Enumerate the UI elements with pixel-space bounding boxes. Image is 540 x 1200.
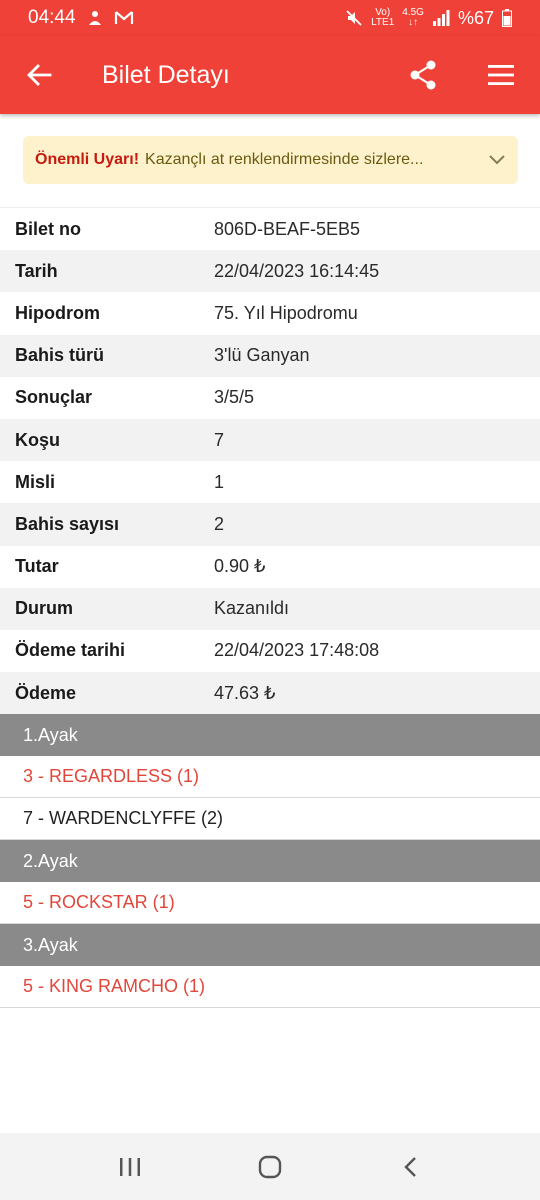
recent-apps-button[interactable] bbox=[100, 1142, 160, 1192]
battery-icon bbox=[502, 9, 512, 27]
detail-label: Ödeme bbox=[15, 682, 77, 703]
detail-row-amount: Tutar 0.90 ₺ bbox=[0, 546, 540, 588]
detail-label: Sonuçlar bbox=[15, 387, 93, 408]
leg-header-2: 2.Ayak bbox=[0, 840, 540, 882]
clock: 04:44 bbox=[28, 7, 76, 28]
detail-label: Hipodrom bbox=[15, 302, 100, 323]
detail-value: 22/04/2023 17:48:08 bbox=[214, 640, 380, 661]
detail-value: 47.63 ₺ bbox=[214, 682, 276, 703]
detail-row-status: Durum Kazanıldı bbox=[0, 587, 540, 630]
detail-value: 3'lü Ganyan bbox=[214, 345, 310, 366]
detail-value: 7 bbox=[214, 429, 225, 450]
detail-row-multiplier: Misli 1 bbox=[0, 461, 540, 503]
detail-label: Ödeme tarihi bbox=[15, 640, 126, 661]
warning-title: Önemli Uyarı! bbox=[35, 151, 140, 168]
detail-value: 1 bbox=[214, 471, 225, 492]
leg-header-1: 1.Ayak bbox=[0, 714, 540, 756]
horse-item: 7 - WARDENCLYFFE (2) bbox=[0, 798, 540, 840]
legs-list: 1.Ayak 3 - REGARDLESS (1) 7 - WARDENCLYF… bbox=[0, 714, 540, 1008]
share-icon bbox=[410, 60, 436, 90]
detail-label: Tarih bbox=[15, 260, 58, 281]
menu-icon bbox=[488, 65, 514, 85]
horse-item: 3 - REGARDLESS (1) bbox=[0, 756, 540, 798]
horse-item: 5 - KING RAMCHO (1) bbox=[0, 966, 540, 1008]
recent-apps-icon bbox=[120, 1157, 140, 1176]
detail-label: Tutar bbox=[15, 556, 59, 577]
detail-row-race: Koşu 7 bbox=[0, 418, 540, 462]
leg-header-3: 3.Ayak bbox=[0, 924, 540, 966]
status-bar: 04:44 Vo) LTE1 4.5G ↓↑ %67 bbox=[0, 0, 540, 36]
share-button[interactable] bbox=[384, 36, 462, 114]
back-nav-button[interactable] bbox=[380, 1142, 440, 1192]
notification-app-icon bbox=[88, 11, 101, 25]
detail-row-date: Tarih 22/04/2023 16:14:45 bbox=[0, 250, 540, 293]
detail-value: 0.90 ₺ bbox=[214, 556, 266, 577]
detail-value: 806D-BEAF-5EB5 bbox=[214, 218, 361, 239]
back-button[interactable] bbox=[0, 36, 78, 114]
warning-message: Kazançlı at renklendirmesinde sizlere... bbox=[145, 151, 424, 168]
detail-row-bet-count: Bahis sayısı 2 bbox=[0, 503, 540, 546]
detail-row-bet-type: Bahis türü 3'lü Ganyan bbox=[0, 334, 540, 377]
data-indicator: 4.5G ↓↑ bbox=[402, 7, 424, 28]
app-bar: Bilet Detayı bbox=[0, 36, 540, 114]
detail-row-ticket-no: Bilet no 806D-BEAF-5EB5 bbox=[0, 208, 540, 250]
home-button[interactable] bbox=[240, 1142, 300, 1192]
mute-icon bbox=[346, 10, 362, 26]
system-nav-bar bbox=[0, 1133, 540, 1200]
signal-icon bbox=[432, 10, 450, 26]
gmail-icon bbox=[114, 11, 133, 24]
volte-indicator: Vo) LTE1 bbox=[371, 7, 395, 28]
detail-value: 2 bbox=[214, 513, 225, 534]
page-title: Bilet Detayı bbox=[102, 60, 230, 89]
detail-value: 75. Yıl Hipodromu bbox=[214, 302, 358, 323]
detail-row-results: Sonuçlar 3/5/5 bbox=[0, 377, 540, 419]
chevron-down-icon bbox=[489, 155, 505, 165]
detail-row-payment: Ödeme 47.63 ₺ bbox=[0, 672, 540, 715]
home-icon bbox=[258, 1155, 282, 1178]
detail-value: 3/5/5 bbox=[214, 387, 255, 408]
detail-label: Bahis türü bbox=[15, 345, 105, 366]
warning-banner[interactable]: Önemli Uyarı! Kazançlı at renklendirmesi… bbox=[23, 136, 518, 184]
detail-label: Misli bbox=[15, 471, 56, 492]
detail-row-payment-date: Ödeme tarihi 22/04/2023 17:48:08 bbox=[0, 630, 540, 672]
detail-label: Bilet no bbox=[15, 218, 81, 239]
expand-warning-button[interactable] bbox=[478, 154, 506, 166]
horse-item: 5 - ROCKSTAR (1) bbox=[0, 882, 540, 924]
detail-value: Kazanıldı bbox=[214, 598, 290, 619]
detail-row-hippodrome: Hipodrom 75. Yıl Hipodromu bbox=[0, 292, 540, 334]
back-chevron-icon bbox=[404, 1156, 416, 1177]
detail-label: Durum bbox=[15, 598, 73, 619]
battery-percent: %67 bbox=[457, 7, 494, 28]
detail-label: Bahis sayısı bbox=[15, 513, 120, 534]
menu-button[interactable] bbox=[462, 36, 540, 114]
ticket-details-table: Bilet no 806D-BEAF-5EB5 Tarih 22/04/2023… bbox=[0, 207, 540, 715]
detail-value: 22/04/2023 16:14:45 bbox=[214, 260, 380, 281]
detail-label: Koşu bbox=[15, 429, 60, 450]
back-arrow-icon bbox=[27, 64, 52, 86]
